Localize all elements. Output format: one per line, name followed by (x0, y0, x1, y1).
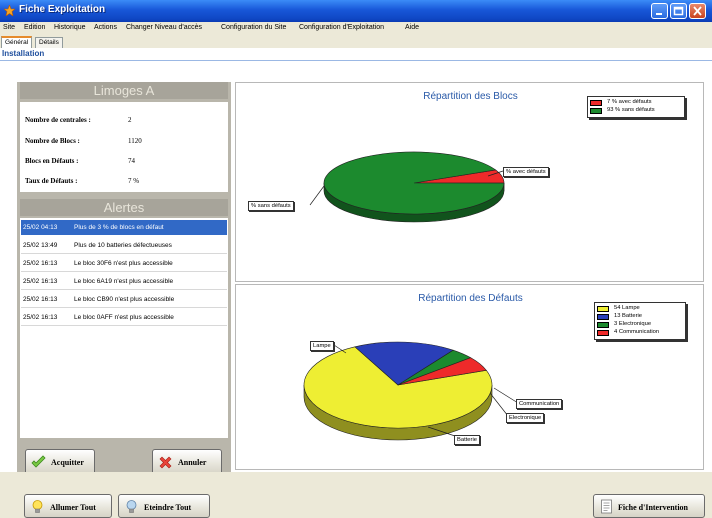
site-name-header: Limoges A (20, 82, 228, 99)
chart-legend: 54 Lampe 13 Batterie 3 Electronique 4 Co… (594, 302, 686, 340)
legend-item: 93 % sans défauts (590, 107, 680, 114)
callout-line (493, 387, 519, 404)
field-label-taux: Taux de Défauts : (25, 177, 78, 185)
legend-swatch (597, 306, 609, 312)
minimize-button[interactable] (651, 3, 668, 19)
menu-configuration-exploitation[interactable]: Configuration d'Exploitation (299, 24, 384, 31)
alert-date: 25/02 13:49 (23, 242, 58, 249)
menu-bar: Site Edition Historique Actions Changer … (0, 22, 712, 36)
allumer-tout-label: Allumer Tout (50, 503, 96, 512)
alert-date: 25/02 16:13 (23, 314, 58, 321)
alert-message: Le bloc 6A19 n'est plus accessible (74, 278, 174, 285)
alert-message: Le bloc 0AFF n'est plus accessible (74, 314, 174, 321)
menu-changer-niveau[interactable]: Changer Niveau d'accès (126, 24, 202, 31)
alert-row[interactable]: 25/02 13:49 Plus de 10 batteries défectu… (21, 238, 227, 254)
alert-date: 25/02 04:13 (23, 224, 58, 231)
legend-swatch (597, 314, 609, 320)
eteindre-tout-label: Eteindre Tout (144, 503, 192, 512)
callout-label: Batterie (454, 435, 480, 445)
menu-actions[interactable]: Actions (94, 24, 117, 31)
callout-label: % sans défauts (248, 201, 294, 211)
app-icon (4, 5, 15, 16)
legend-label: 4 Communication (614, 329, 660, 335)
legend-label: 7 % avec défauts (607, 99, 652, 105)
legend-label: 13 Batterie (614, 313, 643, 319)
alerts-header: Alertes (20, 199, 228, 216)
alert-message: Plus de 10 batteries défectueuses (74, 242, 172, 249)
legend-item: 3 Electronique (597, 321, 683, 328)
legend-swatch (590, 100, 602, 106)
alert-date: 25/02 16:13 (23, 296, 58, 303)
field-value-blocs-defauts: 74 (128, 157, 135, 165)
alert-message: Le bloc CB90 n'est plus accessible (74, 296, 175, 303)
alert-date: 25/02 16:13 (23, 278, 58, 285)
callout-label: Communication (516, 399, 563, 409)
chart-blocs: Répartition des Blocs 7 % avec défauts 9… (235, 82, 704, 282)
acquitter-label: Acquitter (51, 458, 84, 467)
checkmark-icon (31, 455, 46, 468)
close-icon (693, 6, 702, 16)
menu-historique[interactable]: Historique (54, 24, 86, 31)
legend-label: 93 % sans défauts (607, 107, 655, 113)
alerts-list: 25/02 04:13 Plus de 3 % de blocs en défa… (20, 218, 228, 438)
callout-line (309, 185, 325, 206)
alert-message: Plus de 3 % de blocs en défaut (74, 224, 164, 231)
document-icon (601, 499, 612, 514)
callout-label: Electronique (506, 413, 545, 423)
chart-defauts: Répartition des Défauts 54 Lampe 13 Batt… (235, 284, 704, 470)
alert-row[interactable]: 25/02 16:13 Le bloc 0AFF n'est plus acce… (21, 310, 227, 326)
legend-swatch (590, 108, 602, 114)
installation-label: Installation (2, 49, 45, 58)
title-bar: Fiche Exploitation (0, 0, 712, 22)
annuler-label: Annuler (178, 458, 207, 467)
alert-row[interactable]: 25/02 16:13 Le bloc 30F6 n'est plus acce… (21, 256, 227, 272)
callout-label: Lampe (310, 341, 334, 351)
legend-item: 13 Batterie (597, 313, 683, 320)
legend-swatch (597, 330, 609, 336)
fiche-intervention-button[interactable]: Fiche d'Intervention (593, 494, 705, 518)
installation-divider (0, 60, 712, 61)
alert-row[interactable]: 25/02 16:13 Le bloc CB90 n'est plus acce… (21, 292, 227, 308)
eteindre-tout-button[interactable]: Eteindre Tout (118, 494, 210, 518)
pie-slice[interactable] (323, 151, 505, 215)
legend-label: 3 Electronique (614, 321, 652, 327)
lightbulb-off-icon (126, 500, 137, 513)
tab-bar: Général Détails (0, 36, 712, 48)
tab-general[interactable]: Général (1, 36, 33, 48)
legend-item: 54 Lampe (597, 305, 683, 312)
legend-item: 4 Communication (597, 329, 683, 336)
field-value-blocs: 1120 (128, 137, 142, 145)
alert-row[interactable]: 25/02 04:13 Plus de 3 % de blocs en défa… (21, 220, 227, 235)
lightbulb-on-icon (32, 500, 43, 513)
legend-item: 7 % avec défauts (590, 99, 680, 106)
menu-aide[interactable]: Aide (405, 24, 419, 31)
alert-date: 25/02 16:13 (23, 260, 58, 267)
legend-label: 54 Lampe (614, 305, 640, 311)
maximize-icon (673, 6, 684, 16)
field-label-blocs-defauts: Blocs en Défauts : (25, 157, 79, 165)
field-label-centrales: Nombre de centrales : (25, 116, 91, 124)
menu-configuration-site[interactable]: Configuration du Site (221, 24, 286, 31)
site-info-box: Nombre de centrales : 2 Nombre de Blocs … (20, 102, 228, 192)
field-label-blocs: Nombre de Blocs : (25, 137, 80, 145)
cancel-x-icon (159, 456, 172, 469)
alert-message: Le bloc 30F6 n'est plus accessible (74, 260, 173, 267)
maximize-button[interactable] (670, 3, 687, 19)
tab-details[interactable]: Détails (35, 37, 63, 48)
window-title: Fiche Exploitation (19, 4, 106, 15)
legend-swatch (597, 322, 609, 328)
allumer-tout-button[interactable]: Allumer Tout (24, 494, 112, 518)
fiche-intervention-label: Fiche d'Intervention (618, 503, 688, 512)
menu-edition[interactable]: Edition (24, 24, 45, 31)
menu-site[interactable]: Site (3, 24, 15, 31)
field-value-taux: 7 % (128, 177, 140, 185)
alert-row[interactable]: 25/02 16:13 Le bloc 6A19 n'est plus acce… (21, 274, 227, 290)
close-button[interactable] (689, 3, 706, 19)
field-value-centrales: 2 (128, 116, 132, 124)
minimize-icon (656, 13, 662, 15)
callout-label: % avec défauts (503, 167, 549, 177)
chart-legend: 7 % avec défauts 93 % sans défauts (587, 96, 685, 118)
